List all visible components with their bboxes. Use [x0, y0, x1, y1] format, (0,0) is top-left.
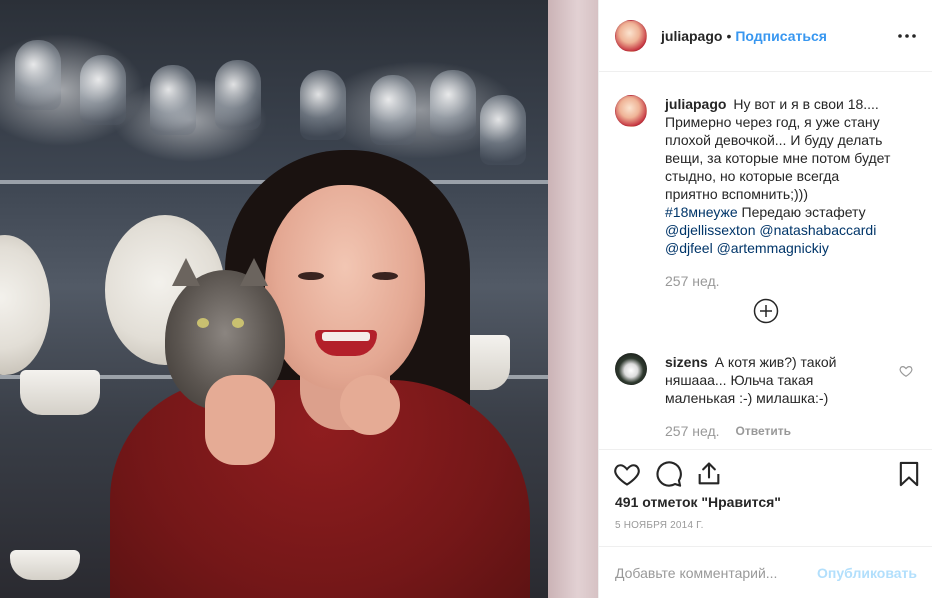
caption: juliapago Ну вот и я в свои 18.... Приме…	[615, 95, 915, 289]
speech-bubble-icon	[656, 461, 682, 487]
caption-text-2: Передаю эстафету	[741, 204, 866, 220]
heart-outline-icon	[899, 366, 913, 377]
post-photo[interactable]	[0, 0, 598, 598]
kitten-ear	[240, 258, 268, 286]
more-horizontal-icon	[898, 34, 916, 38]
comment-button[interactable]	[655, 460, 683, 488]
mention-link[interactable]: @djellissexton	[665, 222, 755, 238]
crystal-glass	[15, 40, 61, 110]
post-date[interactable]: 5 ноября 2014 г.	[615, 520, 704, 531]
author-avatar[interactable]	[615, 19, 647, 52]
plus-circle-icon	[753, 298, 779, 324]
crystal-glass	[215, 60, 261, 130]
comment-input[interactable]	[615, 564, 818, 581]
kitten-ear	[172, 258, 200, 286]
crystal-glass	[80, 55, 126, 125]
teeth	[322, 332, 370, 341]
separator-dot: •	[726, 27, 732, 44]
mention-link[interactable]: @artemmagnickiy	[717, 240, 829, 256]
comment-username[interactable]: sizens	[665, 354, 708, 370]
bookmark-icon	[899, 461, 919, 487]
hand	[205, 375, 275, 465]
crystal-glass	[300, 70, 346, 140]
crystal-glass	[150, 65, 196, 135]
cabinet-side	[548, 0, 598, 598]
more-options-button[interactable]	[895, 24, 919, 48]
plate	[0, 235, 50, 375]
eye	[372, 272, 398, 280]
kitten-eye	[232, 318, 244, 328]
hand	[340, 375, 400, 435]
post-comment-button[interactable]: Опубликовать	[817, 565, 917, 581]
mention-link[interactable]: @djfeel	[665, 240, 713, 256]
hashtag-link[interactable]: #18мнеуже	[665, 204, 738, 220]
comment-age[interactable]: 257 нед.	[665, 423, 720, 439]
commenter-avatar[interactable]	[615, 353, 647, 385]
face	[265, 185, 425, 390]
author-avatar[interactable]	[615, 95, 647, 127]
heart-outline-icon	[614, 464, 640, 486]
comment-body: sizens А котя жив?) такой няшааа... Юльч…	[665, 353, 865, 407]
kitten-eye	[197, 318, 209, 328]
comment-item: sizens А котя жив?) такой няшааа... Юльч…	[615, 353, 915, 439]
like-button[interactable]	[613, 460, 641, 488]
caption-body: juliapago Ну вот и я в свои 18.... Приме…	[665, 95, 895, 257]
action-bar	[599, 449, 932, 494]
crystal-glass	[430, 70, 476, 140]
mention-link[interactable]: @natashabaccardi	[759, 222, 876, 238]
comment-meta: 257 нед. Ответить	[665, 423, 865, 439]
reply-button[interactable]: Ответить	[736, 424, 791, 438]
cup	[10, 550, 80, 580]
caption-meta: 257 нед.	[665, 273, 895, 289]
eye	[298, 272, 324, 280]
comment-like-button[interactable]	[899, 364, 913, 378]
save-button[interactable]	[895, 460, 923, 488]
caption-username[interactable]: juliapago	[665, 96, 726, 112]
likes-count[interactable]: 491 отметок "Нравится"	[615, 494, 781, 510]
caption-age[interactable]: 257 нед.	[665, 273, 720, 289]
cup	[20, 370, 100, 415]
post-header: juliapago • Подписаться	[599, 0, 932, 72]
post-sidebar: juliapago • Подписаться juliapago Ну вот…	[598, 0, 932, 598]
crystal-glass	[480, 95, 526, 165]
follow-button[interactable]: Подписаться	[735, 28, 827, 44]
add-comment-bar: Опубликовать	[599, 546, 932, 598]
share-button[interactable]	[695, 460, 723, 488]
post-dialog: juliapago • Подписаться juliapago Ну вот…	[0, 0, 932, 598]
share-upload-icon	[698, 462, 720, 485]
crystal-glass	[370, 75, 416, 145]
comments-list[interactable]: juliapago Ну вот и я в свои 18.... Приме…	[599, 72, 932, 448]
author-username[interactable]: juliapago	[661, 28, 722, 44]
load-more-comments-button[interactable]	[753, 298, 779, 324]
